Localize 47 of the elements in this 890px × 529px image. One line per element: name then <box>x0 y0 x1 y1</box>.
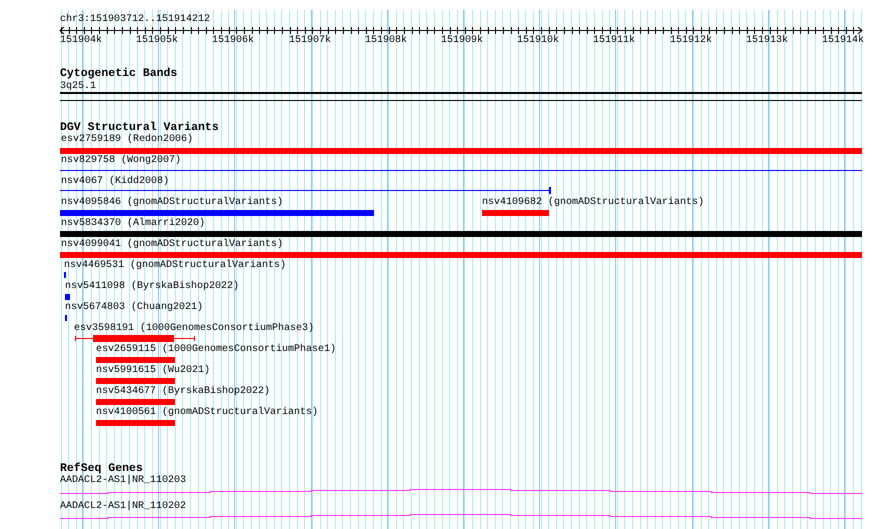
track-title: RefSeq Genes <box>60 462 143 475</box>
band-label: 3q25.1 <box>60 81 96 93</box>
variant-bar[interactable] <box>96 378 175 384</box>
tick-label: 151908k <box>365 35 408 47</box>
variant-bar[interactable] <box>60 148 862 154</box>
variant-glyph[interactable] <box>75 335 195 342</box>
gene-line[interactable] <box>60 489 862 494</box>
feature-label: AADACL2-AS1|NR_110202 <box>60 501 186 513</box>
tick-label: 151914k <box>822 35 864 47</box>
tick-label: 151904k <box>60 35 102 47</box>
feature-label: esv2659115 (1000GenomesConsortiumPhase1) <box>96 344 336 356</box>
feature-label: nsv5434677 (ByrskaBishop2022) <box>96 386 270 398</box>
feature-label: nsv5674803 (Chuang2021) <box>65 302 204 314</box>
variant-bar[interactable] <box>60 210 374 216</box>
variant-bar[interactable] <box>60 231 862 237</box>
tick-label: 151913k <box>746 35 788 47</box>
feature-label: nsv5411098 (ByrskaBishop2022) <box>65 281 240 293</box>
feature-label: nsv4099041 (gnomADStructuralVariants) <box>61 239 284 251</box>
feature-label: AADACL2-AS1|NR_110203 <box>60 475 186 487</box>
variant-bar[interactable] <box>96 420 175 426</box>
feature-label: esv2759189 (Redon2006) <box>61 134 194 146</box>
tick-label: 151907k <box>289 35 332 47</box>
tick-label: 151912k <box>670 35 712 47</box>
variant-bar[interactable] <box>96 357 175 363</box>
tick-label: 151906k <box>212 35 254 47</box>
variant-bar[interactable] <box>96 399 175 405</box>
tick-label: 151905k <box>136 35 178 47</box>
tick-label: 151909k <box>441 35 484 47</box>
gene-line[interactable] <box>60 514 862 519</box>
feature-label: esv3598191 (1000GenomesConsortiumPhase3) <box>74 323 314 335</box>
feature-label: nsv829758 (Wong2007) <box>61 155 182 167</box>
variant-bar[interactable] <box>482 210 549 216</box>
feature-label: nsv5834370 (Almarri2020) <box>61 218 206 230</box>
feature-label: nsv4109682 (gnomADStructuralVariants) <box>482 197 704 209</box>
tick-label: 151910k <box>517 35 560 47</box>
track-title: Cytogenetic Bands <box>60 67 178 80</box>
tick-label: 151911k <box>593 35 636 47</box>
feature-label: nsv4469531 (gnomADStructuralVariants) <box>64 260 286 272</box>
feature-label: nsv4100561 (gnomADStructuralVariants) <box>96 407 318 419</box>
feature-label: nsv5991615 (Wu2021) <box>96 365 210 377</box>
feature-label: nsv4067 (Kidd2008) <box>61 176 170 188</box>
feature-label: nsv4095846 (gnomADStructuralVariants) <box>61 197 284 209</box>
location-label: chr3:151903712..151914212 <box>60 14 210 26</box>
variant-bar[interactable] <box>65 294 70 300</box>
variant-line[interactable] <box>60 187 551 194</box>
variant-bar[interactable] <box>60 252 862 258</box>
track-title: DGV Structural Variants <box>60 121 219 134</box>
